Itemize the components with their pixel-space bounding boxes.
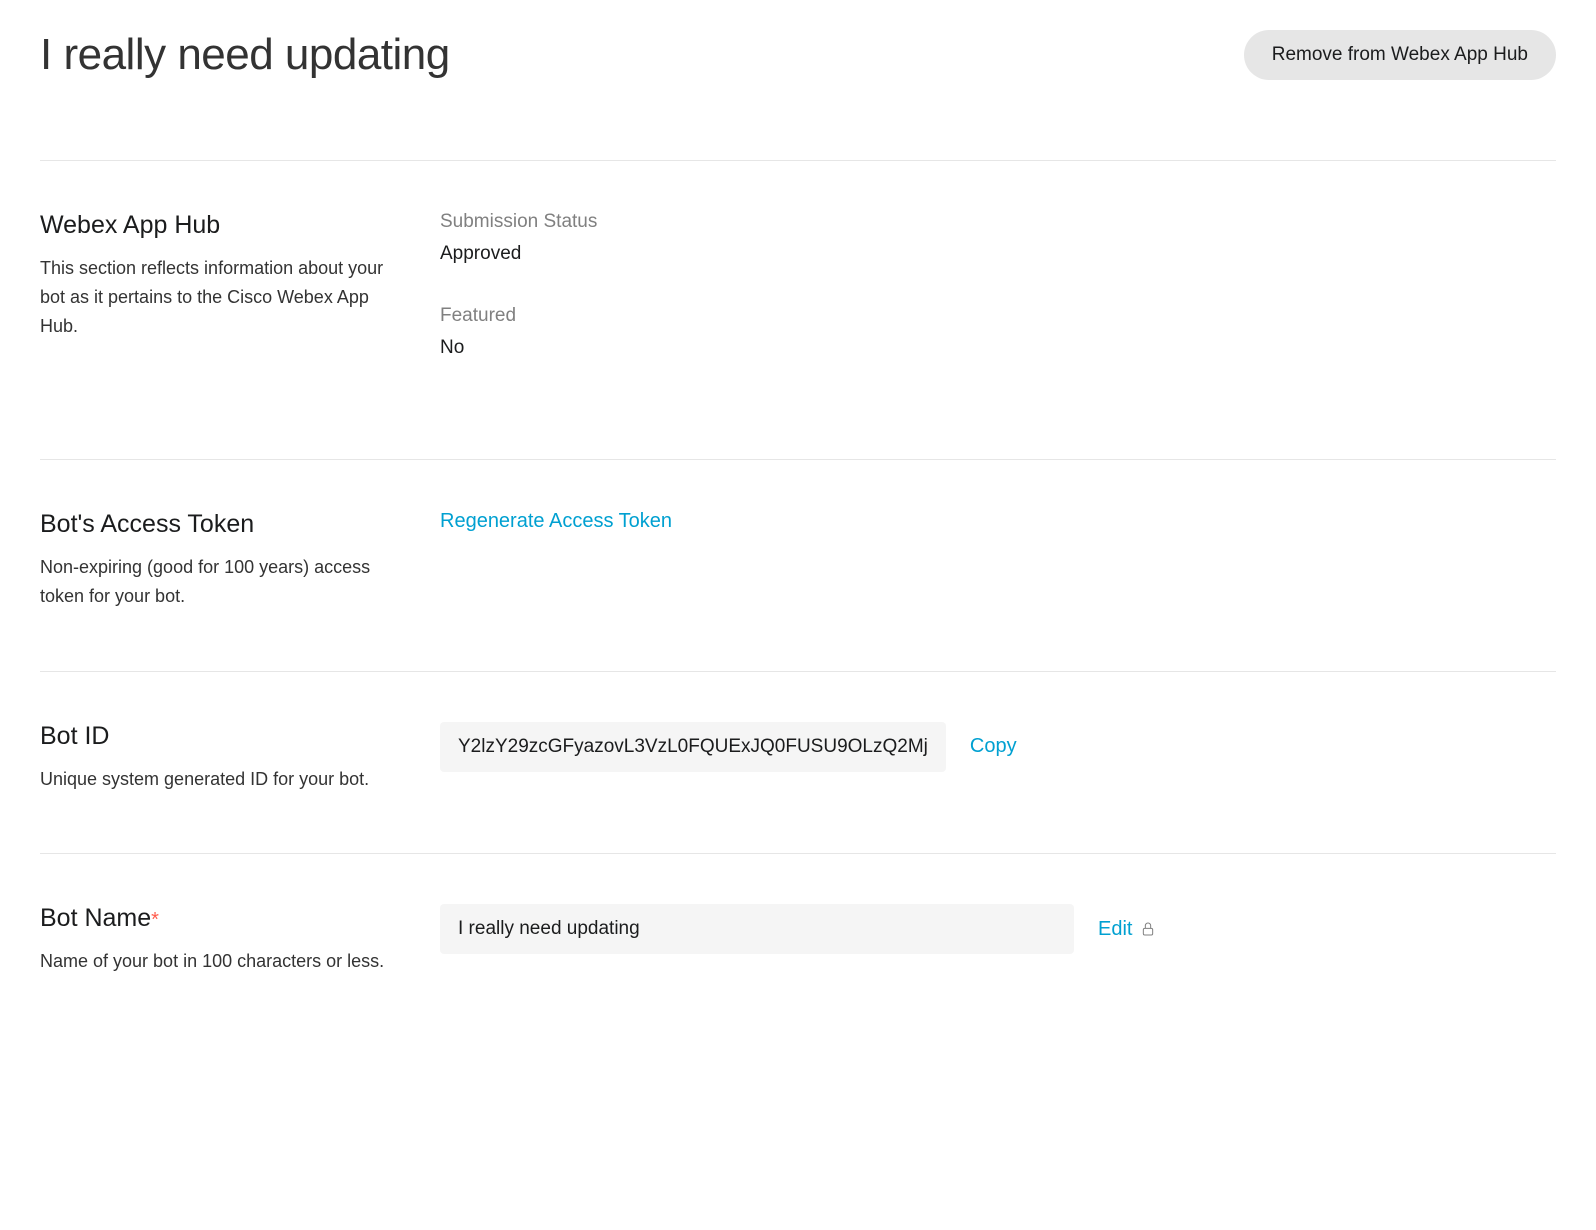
edit-bot-name-link[interactable]: Edit [1098, 918, 1132, 941]
section-desc-bot-name: Name of your bot in 100 characters or le… [40, 947, 400, 976]
section-access-token: Bot's Access Token Non-expiring (good fo… [40, 459, 1556, 671]
section-right: Y2lzY29zcGFyazovL3VzL0FQUExJQ0FUSU9OLzQ2… [440, 722, 1556, 794]
section-left: Bot's Access Token Non-expiring (good fo… [40, 510, 440, 611]
field-submission-status: Submission Status Approved [440, 211, 1556, 265]
submission-status-label: Submission Status [440, 211, 1556, 233]
section-bot-name: Bot Name* Name of your bot in 100 charac… [40, 853, 1556, 1006]
section-bot-id: Bot ID Unique system generated ID for yo… [40, 671, 1556, 854]
remove-from-app-hub-button[interactable]: Remove from Webex App Hub [1244, 30, 1556, 80]
section-title-bot-name: Bot Name* [40, 904, 400, 933]
copy-bot-id-link[interactable]: Copy [970, 735, 1017, 758]
section-title-bot-id: Bot ID [40, 722, 400, 751]
field-featured: Featured No [440, 305, 1556, 359]
featured-value: No [440, 337, 1556, 359]
section-left: Bot ID Unique system generated ID for yo… [40, 722, 440, 794]
section-right: Submission Status Approved Featured No [440, 211, 1556, 399]
bot-name-title-text: Bot Name [40, 904, 151, 932]
submission-status-value: Approved [440, 243, 1556, 265]
section-left: Bot Name* Name of your bot in 100 charac… [40, 904, 440, 976]
lock-icon [1140, 921, 1156, 937]
section-title-app-hub: Webex App Hub [40, 211, 400, 240]
section-left: Webex App Hub This section reflects info… [40, 211, 440, 399]
bot-id-row: Y2lzY29zcGFyazovL3VzL0FQUExJQ0FUSU9OLzQ2… [440, 722, 1556, 772]
section-desc-access-token: Non-expiring (good for 100 years) access… [40, 553, 400, 611]
bot-id-value: Y2lzY29zcGFyazovL3VzL0FQUExJQ0FUSU9OLzQ2… [440, 722, 946, 772]
bot-name-row: I really need updating Edit [440, 904, 1556, 954]
featured-label: Featured [440, 305, 1556, 327]
page-title: I really need updating [40, 30, 450, 80]
regenerate-access-token-link[interactable]: Regenerate Access Token [440, 510, 672, 532]
section-desc-bot-id: Unique system generated ID for your bot. [40, 765, 400, 794]
section-desc-app-hub: This section reflects information about … [40, 254, 400, 340]
bot-name-value: I really need updating [440, 904, 1074, 954]
section-title-access-token: Bot's Access Token [40, 510, 400, 539]
required-star-icon: * [151, 909, 159, 931]
section-right: Regenerate Access Token [440, 510, 1556, 611]
section-webex-app-hub: Webex App Hub This section reflects info… [40, 160, 1556, 459]
page-header: I really need updating Remove from Webex… [40, 30, 1556, 160]
section-right: I really need updating Edit [440, 904, 1556, 976]
edit-group: Edit [1098, 918, 1156, 941]
